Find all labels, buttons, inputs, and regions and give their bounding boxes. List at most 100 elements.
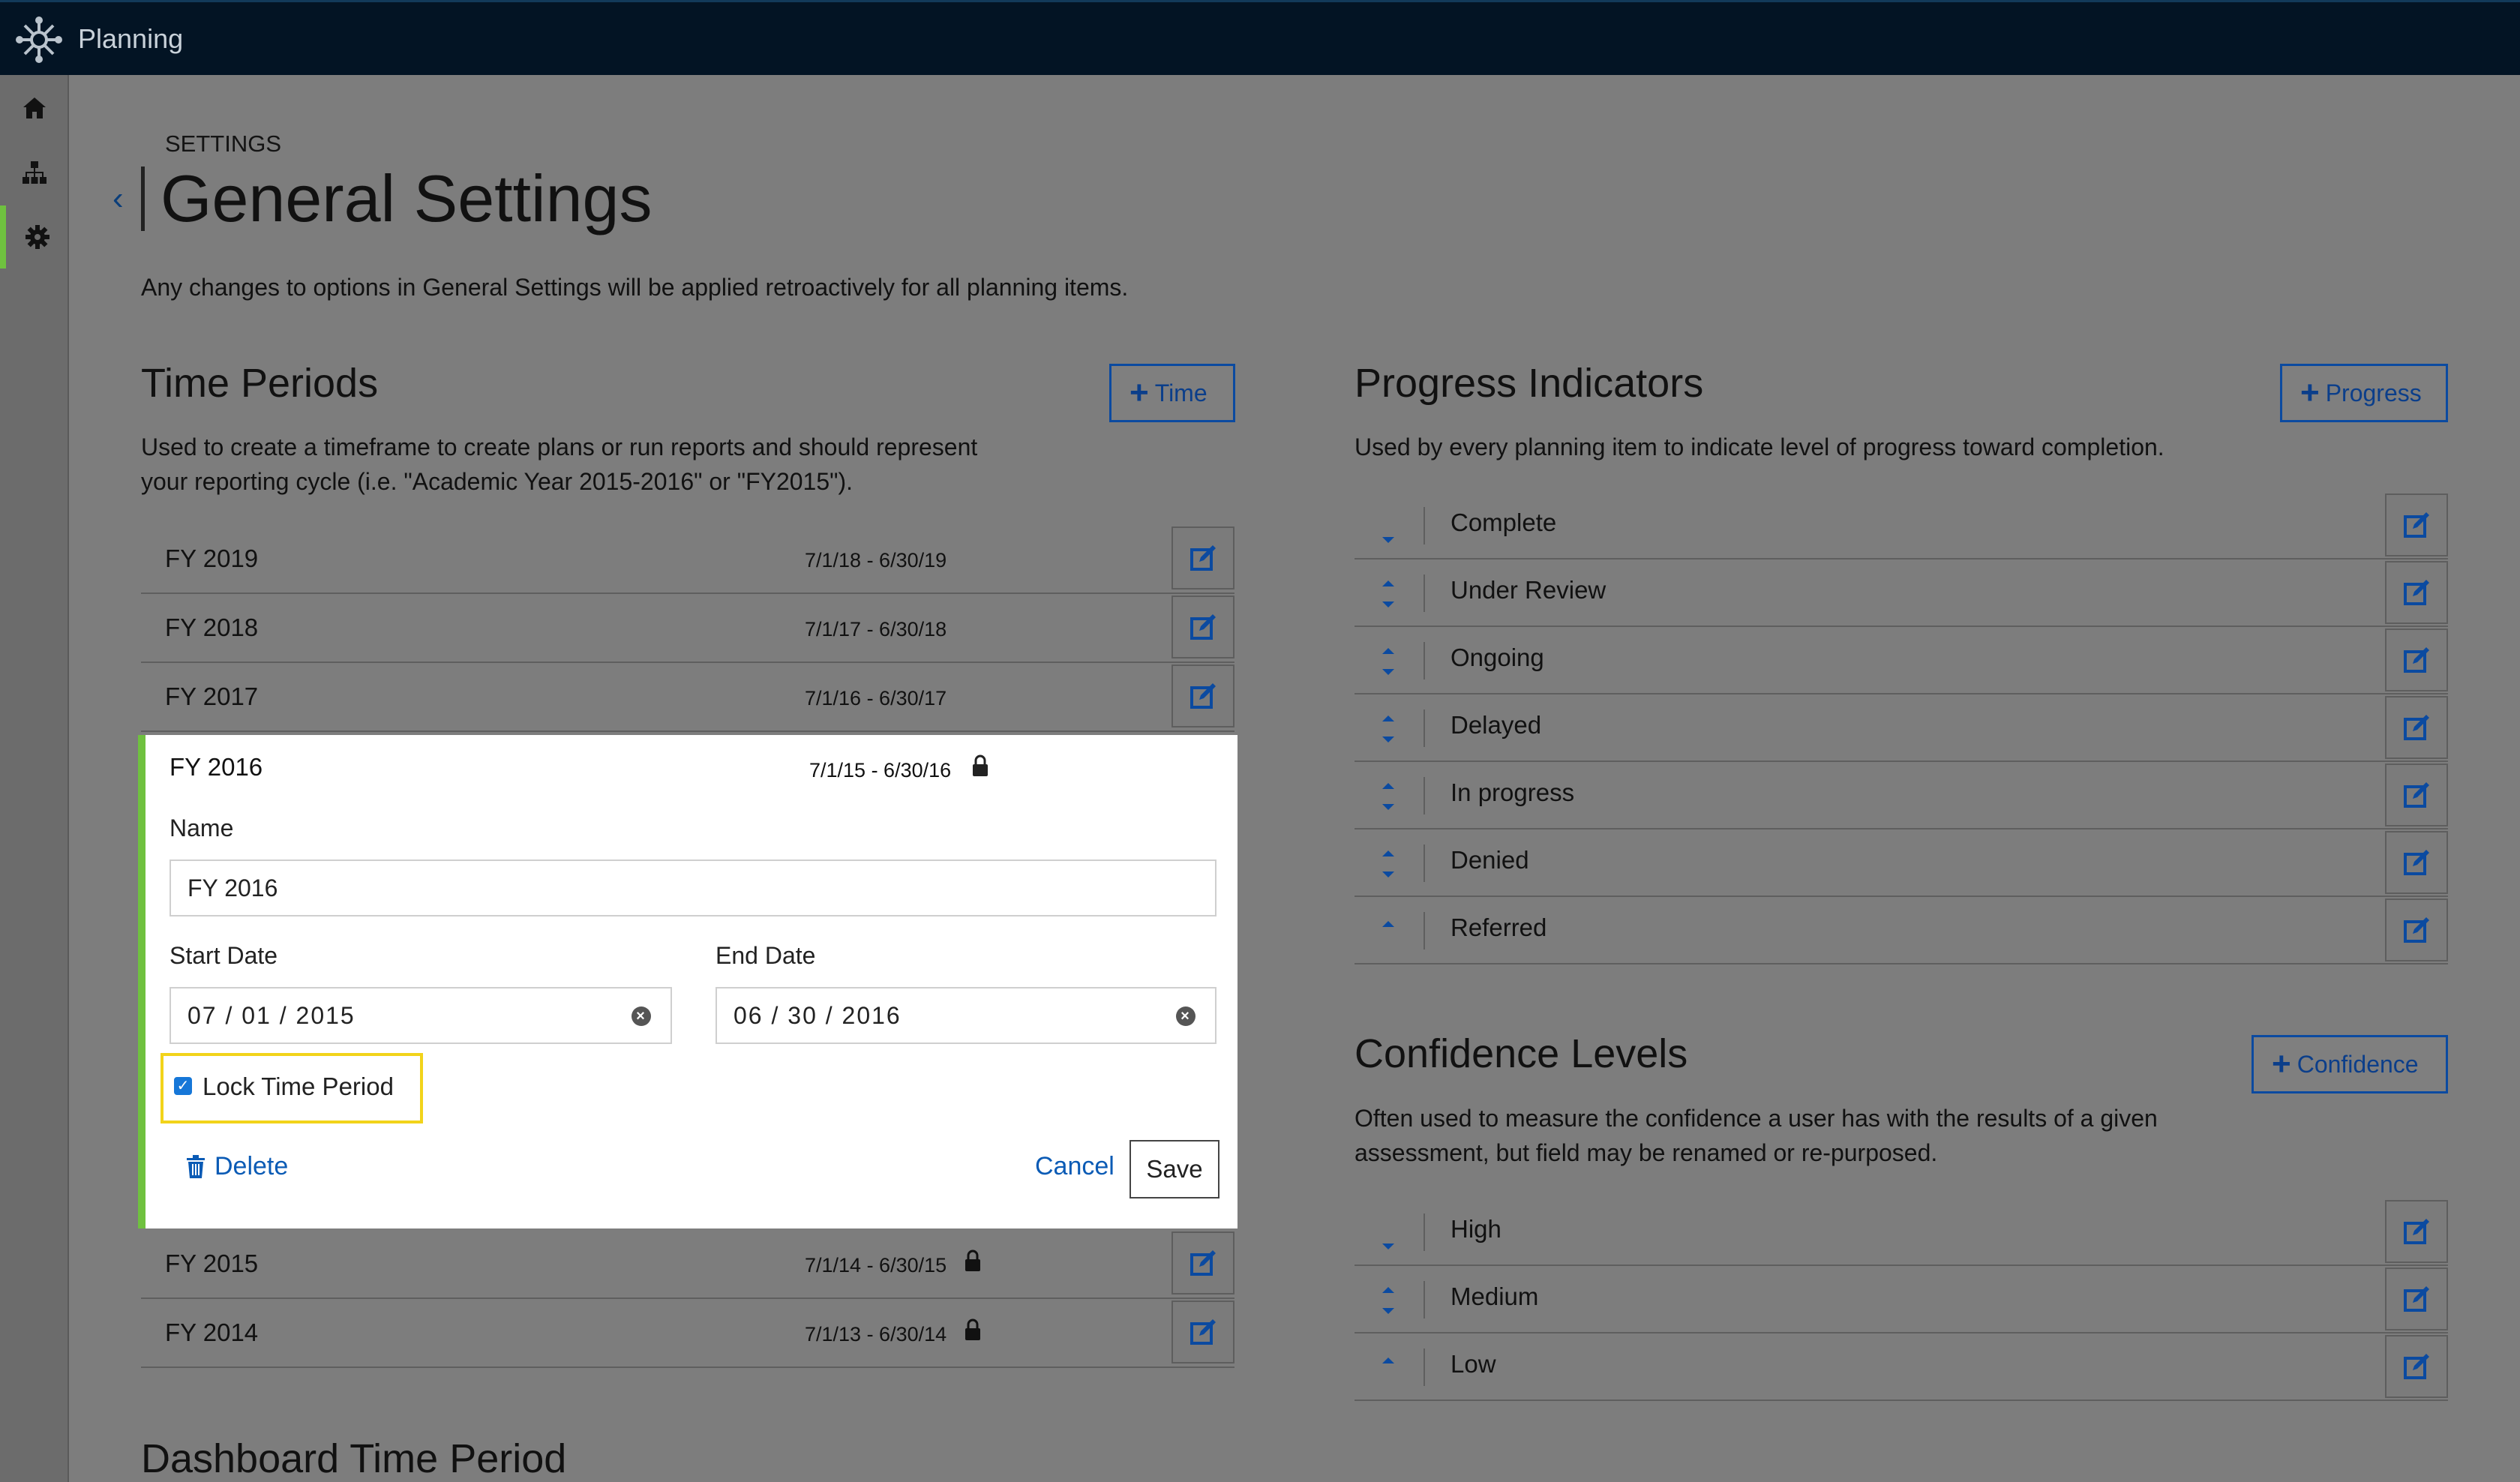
edit-button[interactable]: [2385, 898, 2448, 962]
page-title: General Settings: [160, 161, 652, 236]
add-progress-button[interactable]: + Progress: [2280, 364, 2448, 422]
move-up-icon[interactable]: [1376, 909, 1401, 954]
dashboard-time-period-heading: Dashboard Time Period: [141, 1436, 567, 1481]
row-divider: [1424, 642, 1425, 680]
reorder-arrows-icon[interactable]: [1376, 1278, 1401, 1323]
delete-button[interactable]: Delete: [186, 1152, 288, 1181]
home-icon: [23, 98, 46, 118]
progress-label: Referred: [1450, 914, 1547, 941]
confidence-levels-heading: Confidence Levels: [1354, 1031, 1688, 1076]
lock-time-period-label[interactable]: Lock Time Period: [202, 1072, 394, 1101]
start-date-label: Start Date: [170, 942, 278, 969]
progress-label: Complete: [1450, 508, 1557, 536]
clear-end-date-icon[interactable]: ×: [1176, 1006, 1196, 1026]
time-period-name: FY 2015: [165, 1250, 259, 1277]
app-logo-icon[interactable]: [14, 14, 64, 65]
edit-button[interactable]: [2385, 1335, 2448, 1398]
plus-icon: +: [1130, 374, 1149, 411]
edit-button[interactable]: [2385, 561, 2448, 624]
edit-button[interactable]: [1172, 1232, 1234, 1294]
reorder-arrows-icon[interactable]: [1376, 842, 1401, 886]
confidence-row: High: [1354, 1198, 2448, 1266]
row-divider: [1424, 844, 1425, 882]
row-divider: [1424, 710, 1425, 747]
add-confidence-button[interactable]: + Confidence: [2252, 1035, 2448, 1094]
edit-button[interactable]: [2385, 1268, 2448, 1330]
progress-row: Ongoing: [1354, 627, 2448, 694]
breadcrumb: SETTINGS: [165, 130, 282, 157]
move-up-icon[interactable]: [1376, 1346, 1401, 1390]
reorder-arrows-icon[interactable]: [1376, 706, 1401, 752]
progress-label: Denied: [1450, 846, 1529, 874]
edit-icon: [2404, 715, 2429, 740]
cancel-button[interactable]: Cancel: [1035, 1152, 1114, 1181]
time-period-edit-panel: FY 2016 7/1/15 - 6/30/16 Name FY 2016 St…: [138, 735, 1238, 1228]
time-period-name: FY 2014: [165, 1318, 259, 1346]
reorder-arrows-icon[interactable]: [1376, 639, 1401, 684]
progress-row: Delayed: [1354, 694, 2448, 762]
time-period-dates: 7/1/14 - 6/30/15: [805, 1254, 947, 1276]
progress-label: Delayed: [1450, 711, 1542, 739]
time-period-name: FY 2018: [165, 614, 259, 641]
edit-button[interactable]: [2385, 1200, 2448, 1263]
progress-description: Used by every planning item to indicate …: [1354, 434, 2164, 460]
row-divider: [1424, 507, 1425, 544]
name-label: Name: [170, 814, 234, 842]
edit-button[interactable]: [2385, 628, 2448, 692]
edit-button[interactable]: [2385, 831, 2448, 894]
progress-row: Referred: [1354, 897, 2448, 964]
edit-panel-name: FY 2016: [170, 753, 263, 781]
start-date-input[interactable]: 07 / 01 / 2015 ×: [170, 987, 672, 1044]
time-period-row: FY 2018 7/1/17 - 6/30/18: [141, 594, 1234, 663]
save-button[interactable]: Save: [1130, 1140, 1220, 1198]
reorder-arrows-icon[interactable]: [1376, 572, 1401, 616]
edit-icon: [2404, 647, 2429, 673]
edit-button[interactable]: [1172, 664, 1234, 728]
row-divider: [1424, 1214, 1425, 1251]
sidebar-item-settings[interactable]: [0, 206, 69, 268]
lock-time-period-checkbox[interactable]: ✓: [174, 1077, 192, 1095]
lock-icon: [965, 1250, 980, 1271]
sidebar-item-home[interactable]: [0, 76, 69, 140]
sidebar-item-hierarchy[interactable]: [0, 141, 69, 204]
time-periods-heading: Time Periods: [141, 361, 379, 406]
progress-row: Under Review: [1354, 560, 2448, 627]
add-time-button[interactable]: + Time: [1109, 364, 1235, 422]
confidence-description-1: Often used to measure the confidence a u…: [1354, 1105, 2158, 1132]
trash-icon: [187, 1154, 205, 1178]
name-input[interactable]: FY 2016: [170, 860, 1216, 916]
edit-button[interactable]: [2385, 696, 2448, 759]
time-period-row: FY 2014 7/1/13 - 6/30/14: [141, 1299, 1234, 1368]
page-subtitle: Any changes to options in General Settin…: [141, 274, 1129, 301]
time-periods-description-2: your reporting cycle (i.e. "Academic Yea…: [141, 468, 854, 495]
edit-button[interactable]: [1172, 526, 1234, 590]
plus-icon: +: [2300, 374, 2320, 411]
move-down-icon[interactable]: [1376, 1210, 1401, 1256]
org-chart-icon: [22, 161, 46, 184]
end-date-input[interactable]: 06 / 30 / 2016 ×: [716, 987, 1216, 1044]
clear-start-date-icon[interactable]: ×: [632, 1006, 651, 1026]
time-period-name: FY 2017: [165, 682, 259, 710]
edit-icon: [1190, 545, 1216, 571]
lock-time-period-highlight: ✓ Lock Time Period: [160, 1053, 423, 1124]
plus-icon: +: [2272, 1046, 2291, 1082]
edit-button[interactable]: [1172, 596, 1234, 658]
edit-icon: [2404, 1219, 2429, 1244]
sidebar: [0, 75, 69, 1482]
time-period-dates: 7/1/18 - 6/30/19: [805, 549, 947, 572]
confidence-row: Low: [1354, 1334, 2448, 1401]
confidence-label: Low: [1450, 1350, 1496, 1378]
edit-panel-dates: 7/1/15 - 6/30/16: [809, 759, 952, 782]
edit-button[interactable]: [1172, 1300, 1234, 1364]
edit-icon: [1190, 1319, 1216, 1345]
edit-icon: [2404, 512, 2429, 538]
edit-button[interactable]: [2385, 764, 2448, 826]
move-down-icon[interactable]: [1376, 504, 1401, 549]
confidence-label: Medium: [1450, 1282, 1539, 1310]
reorder-arrows-icon[interactable]: [1376, 774, 1401, 819]
time-period-name: FY 2019: [165, 544, 259, 572]
back-chevron-icon[interactable]: ‹: [112, 180, 124, 218]
edit-icon: [1190, 1250, 1216, 1276]
edit-button[interactable]: [2385, 494, 2448, 556]
confidence-description-2: assessment, but field may be renamed or …: [1354, 1139, 1938, 1166]
